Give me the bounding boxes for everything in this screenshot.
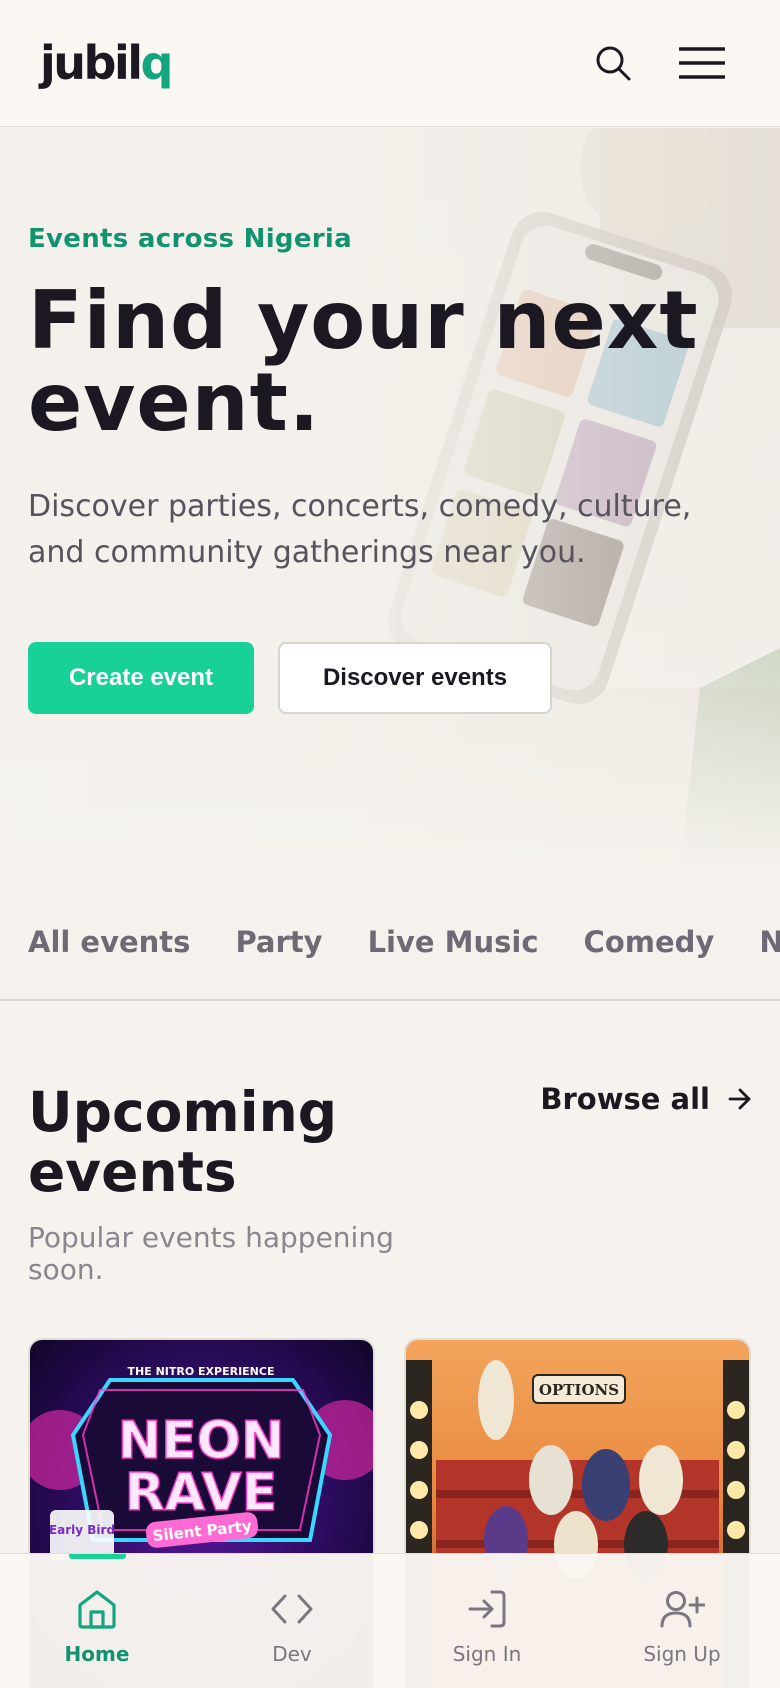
hero-buttons: Create event Discover events xyxy=(28,642,748,714)
category-tabs-row: All events Party Live Music Comedy Night… xyxy=(28,925,780,959)
tab-nightlife[interactable]: Nightlife xyxy=(759,925,780,959)
logo[interactable]: jubilq xyxy=(40,40,173,86)
tab-party[interactable]: Party xyxy=(235,925,322,959)
header-actions xyxy=(595,45,725,81)
nav-item-sign-up[interactable]: Sign Up xyxy=(617,1588,747,1666)
create-event-button[interactable]: Create event xyxy=(28,642,254,714)
menu-button[interactable] xyxy=(679,46,725,80)
bottom-navigation: Home Dev Sign In Sign Up xyxy=(0,1553,780,1688)
nav-label-sign-in: Sign In xyxy=(452,1642,522,1666)
home-icon xyxy=(78,1590,116,1629)
poster-title-line1: NEON xyxy=(118,1411,285,1471)
app-header: jubilq xyxy=(0,0,780,127)
hero-content: Events across Nigeria Find your next eve… xyxy=(28,224,748,714)
section-title: Upcoming events xyxy=(28,1080,338,1204)
browse-all-link[interactable]: Browse all xyxy=(540,1082,752,1116)
nav-item-dev[interactable]: Dev xyxy=(227,1588,357,1666)
arrow-right-icon xyxy=(728,1088,751,1110)
user-plus-icon xyxy=(660,1591,705,1628)
nav-item-sign-in[interactable]: Sign In xyxy=(422,1588,552,1666)
hero-title: Find your next event. xyxy=(28,274,699,449)
category-tabs: All events Party Live Music Comedy Night… xyxy=(0,868,780,1001)
active-tab-indicator xyxy=(69,1554,126,1559)
logo-text: jubil xyxy=(40,36,143,90)
search-button[interactable] xyxy=(595,45,631,81)
poster-brand-text: THE NITRO EXPERIENCE xyxy=(128,1365,275,1378)
nav-label-home: Home xyxy=(64,1642,130,1666)
search-icon xyxy=(596,46,631,81)
nav-label-dev: Dev xyxy=(272,1642,312,1666)
poster-brand-text: OPTIONS xyxy=(539,1381,619,1399)
upcoming-events-header: Upcoming events Popular events happening… xyxy=(28,1082,752,1286)
poster-badge-text: Early Bird xyxy=(49,1523,115,1537)
discover-events-button[interactable]: Discover events xyxy=(278,642,552,714)
hero-subtitle: Discover parties, concerts, comedy, cult… xyxy=(28,489,692,570)
section-subtitle: Popular events happening soon. xyxy=(28,1221,394,1286)
poster-title-line2: RAVE xyxy=(125,1463,278,1523)
browse-all-label: Browse all xyxy=(540,1082,710,1116)
tab-comedy[interactable]: Comedy xyxy=(584,925,715,959)
nav-label-sign-up: Sign Up xyxy=(643,1642,721,1666)
tab-all-events[interactable]: All events xyxy=(28,925,190,959)
tab-live-music[interactable]: Live Music xyxy=(368,925,539,959)
nav-item-home[interactable]: Home xyxy=(32,1588,162,1666)
hero-eyebrow: Events across Nigeria xyxy=(28,224,352,254)
sign-in-icon xyxy=(468,1590,506,1628)
hero-section: Events across Nigeria Find your next eve… xyxy=(0,128,780,868)
code-icon xyxy=(271,1594,313,1624)
hamburger-menu-icon xyxy=(679,47,725,79)
logo-accent-text: q xyxy=(140,36,173,90)
